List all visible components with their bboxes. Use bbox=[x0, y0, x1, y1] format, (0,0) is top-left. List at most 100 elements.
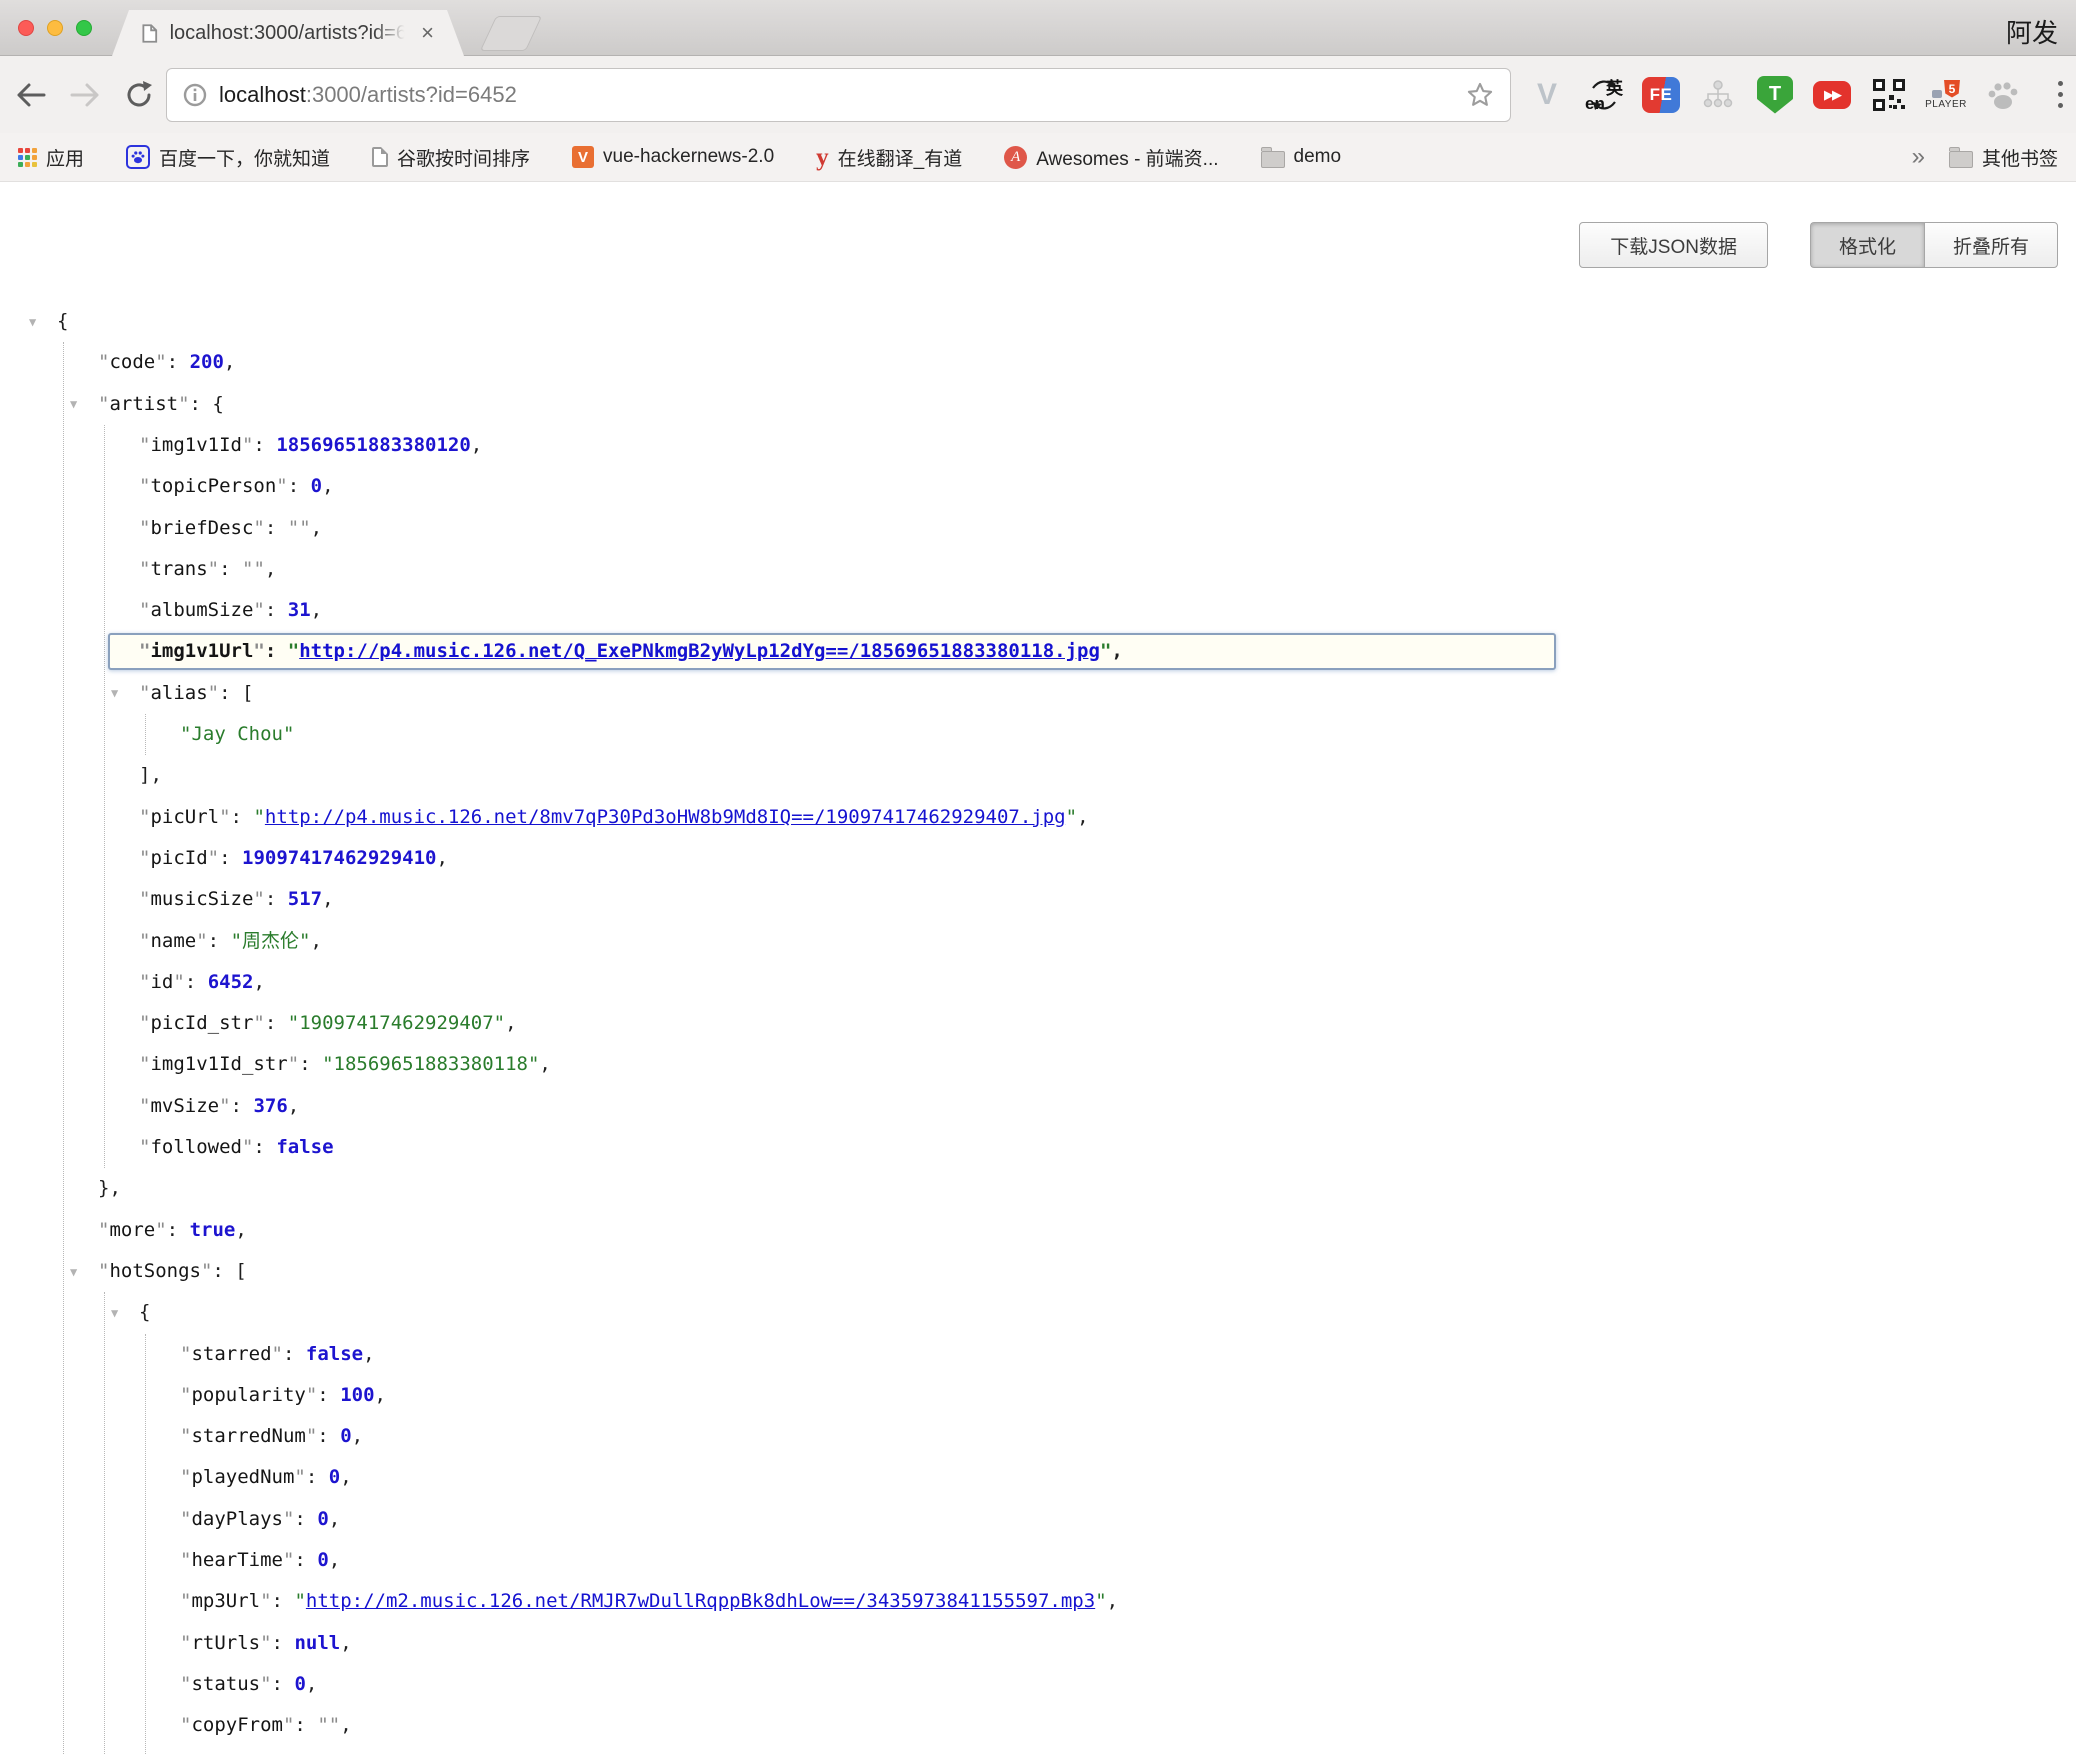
json-link[interactable]: http://p4.music.126.net/8mv7qP30Pd3oHW8b… bbox=[265, 806, 1066, 828]
json-line: "status": 0, bbox=[0, 1664, 2076, 1705]
format-button[interactable]: 格式化 bbox=[1810, 222, 1924, 268]
json-key: more bbox=[109, 1219, 155, 1241]
url-bar[interactable]: localhost:3000/artists?id=6452 bbox=[166, 68, 1511, 122]
bookmarks-overflow-icon[interactable]: » bbox=[1912, 143, 1925, 171]
page-icon bbox=[142, 23, 158, 44]
json-quote: " bbox=[208, 682, 219, 704]
json-key: img1v1Url bbox=[150, 640, 253, 662]
bookmark-baidu[interactable]: 百度一下，你就知道 bbox=[126, 144, 330, 171]
json-quote: " bbox=[178, 393, 189, 415]
browser-menu-icon[interactable] bbox=[2040, 74, 2076, 116]
json-quote: " bbox=[283, 1508, 294, 1530]
json-value: true bbox=[190, 1219, 236, 1241]
collapse-arrow-icon[interactable]: ▼ bbox=[111, 1306, 118, 1320]
new-tab-button[interactable] bbox=[480, 16, 542, 51]
browser-tab[interactable]: localhost:3000/artists?id=645 × bbox=[112, 10, 464, 56]
json-punctuation: , bbox=[340, 1632, 351, 1654]
json-value: 0 bbox=[340, 1425, 351, 1447]
json-line-highlighted: "img1v1Url": "http://p4.music.126.net/Q_… bbox=[0, 631, 2076, 672]
close-window-button[interactable] bbox=[18, 20, 34, 36]
translate-icon[interactable]: 英 en bbox=[1584, 74, 1624, 116]
paw-icon[interactable] bbox=[1983, 74, 2023, 116]
qr-code-icon[interactable] bbox=[1869, 74, 1909, 116]
collapse-all-button[interactable]: 折叠所有 bbox=[1924, 222, 2058, 268]
json-quote: " bbox=[155, 1219, 166, 1241]
json-key: alias bbox=[150, 682, 207, 704]
security-shield-icon[interactable]: T bbox=[1755, 74, 1795, 116]
json-punctuation: , bbox=[471, 434, 482, 456]
zoom-window-button[interactable] bbox=[76, 20, 92, 36]
collapse-arrow-icon[interactable]: ▼ bbox=[70, 397, 77, 411]
json-quote: " bbox=[219, 1095, 230, 1117]
bookmark-youdao[interactable]: y 在线翻译_有道 bbox=[816, 144, 962, 171]
json-line: ▼"artist": { bbox=[0, 384, 2076, 425]
json-punctuation: : bbox=[219, 558, 242, 580]
json-link[interactable]: http://m2.music.126.net/RMJR7wDullRqppBk… bbox=[306, 1590, 1095, 1612]
json-quote: " bbox=[253, 599, 264, 621]
other-bookmarks-folder[interactable]: 其他书签 bbox=[1949, 144, 2058, 171]
json-quote: " bbox=[283, 1549, 294, 1571]
tab-close-icon[interactable]: × bbox=[421, 22, 434, 44]
sitemap-icon[interactable] bbox=[1698, 74, 1738, 116]
browser-toolbar: localhost:3000/artists?id=6452 V 英 en bbox=[0, 56, 2076, 133]
json-line: "name": "周杰伦", bbox=[0, 921, 2076, 962]
json-link[interactable]: http://p4.music.126.net/Q_ExePNkmgB2yWyL… bbox=[299, 640, 1100, 662]
bookmark-vue-hackernews[interactable]: V vue-hackernews-2.0 bbox=[572, 146, 774, 168]
json-punctuation: : bbox=[208, 930, 231, 952]
bookmark-star-icon[interactable] bbox=[1466, 81, 1494, 109]
json-punctuation: , bbox=[235, 1219, 246, 1241]
collapse-arrow-icon[interactable]: ▼ bbox=[111, 686, 118, 700]
forward-button[interactable] bbox=[68, 80, 102, 110]
collapse-arrow-icon[interactable]: ▼ bbox=[70, 1265, 77, 1279]
nav-buttons bbox=[14, 80, 156, 110]
json-quote: " bbox=[139, 475, 150, 497]
minimize-window-button[interactable] bbox=[47, 20, 63, 36]
json-punctuation: , bbox=[340, 1466, 351, 1488]
back-button[interactable] bbox=[14, 80, 48, 110]
json-punctuation: , bbox=[1107, 1590, 1118, 1612]
apps-grid-icon bbox=[18, 148, 37, 167]
json-string: " bbox=[294, 1590, 305, 1612]
bookmark-apps[interactable]: 应用 bbox=[18, 144, 84, 171]
json-punctuation: , bbox=[329, 1508, 340, 1530]
bookmark-awesomes[interactable]: A Awesomes - 前端资... bbox=[1004, 144, 1218, 171]
json-punctuation: : bbox=[317, 1425, 340, 1447]
json-key: starredNum bbox=[191, 1425, 305, 1447]
json-line: "followed": false bbox=[0, 1127, 2076, 1168]
json-string: "18569651883380118" bbox=[322, 1053, 539, 1075]
bookmarks-bar: 应用 百度一下，你就知道 谷歌按时间排序 V vue-hackernews-2.… bbox=[0, 133, 2076, 182]
json-value: 0 bbox=[317, 1549, 328, 1571]
html5-player-icon[interactable]: 5 PLAYER bbox=[1926, 74, 1966, 116]
json-punctuation: , bbox=[436, 847, 447, 869]
json-key: followed bbox=[150, 1136, 242, 1158]
bookmark-google-sort[interactable]: 谷歌按时间排序 bbox=[372, 144, 530, 171]
json-punctuation: : bbox=[167, 1219, 190, 1241]
bookmark-folder-demo[interactable]: demo bbox=[1261, 146, 1342, 168]
download-json-button[interactable]: 下载JSON数据 bbox=[1579, 222, 1768, 268]
view-mode-toggle: 格式化 折叠所有 bbox=[1810, 222, 2058, 268]
reload-button[interactable] bbox=[122, 80, 156, 110]
json-line: "id": 6452, bbox=[0, 962, 2076, 1003]
json-punctuation: : bbox=[272, 1590, 295, 1612]
json-value: 0 bbox=[311, 475, 322, 497]
json-quote: " bbox=[180, 1714, 191, 1736]
json-quote: " bbox=[201, 1260, 212, 1282]
json-punctuation: : [ bbox=[212, 1260, 246, 1282]
profile-name[interactable]: 阿发 bbox=[2006, 13, 2058, 50]
json-punctuation: , bbox=[224, 351, 235, 373]
json-quote: " bbox=[242, 434, 253, 456]
vue-devtools-icon[interactable]: V bbox=[1527, 74, 1567, 116]
json-quote: " bbox=[253, 888, 264, 910]
video-downloader-icon[interactable]: ▶▶ bbox=[1812, 74, 1852, 116]
fehelper-icon[interactable]: FE bbox=[1641, 74, 1681, 116]
collapse-arrow-icon[interactable]: ▼ bbox=[29, 315, 36, 329]
json-quote: " bbox=[139, 1012, 150, 1034]
url-path: :3000/artists?id=6452 bbox=[306, 82, 517, 107]
json-punctuation: : bbox=[294, 1549, 317, 1571]
page-info-icon[interactable] bbox=[183, 83, 207, 107]
json-key: rtUrls bbox=[191, 1632, 260, 1654]
json-string: "Jay Chou" bbox=[180, 723, 294, 745]
json-value: null bbox=[294, 1632, 340, 1654]
json-line: "img1v1Id_str": "18569651883380118", bbox=[0, 1044, 2076, 1085]
json-punctuation: , bbox=[352, 1425, 363, 1447]
